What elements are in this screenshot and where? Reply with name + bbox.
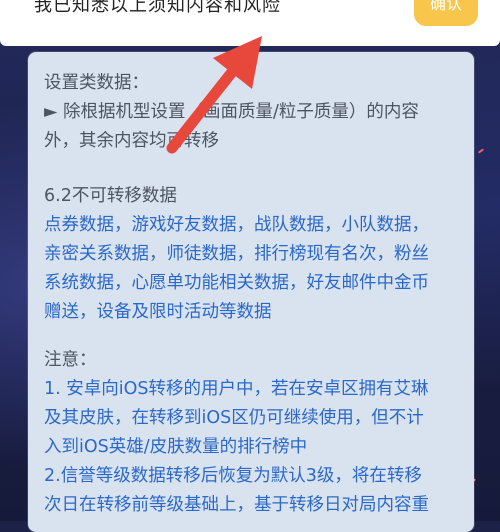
settings-line: ► 除根据机型设置（画面质量/粒子质量）的内容 bbox=[44, 102, 419, 122]
non-transferable-heading: 6.2不可转移数据 bbox=[44, 186, 177, 206]
confirm-button[interactable]: 确认 bbox=[414, 0, 478, 26]
settings-heading: 设置类数据： bbox=[44, 73, 149, 93]
notes-line: 入到iOS英雄/皮肤数量的排行榜中 bbox=[44, 437, 308, 457]
non-transferable-line: 系统数据，心愿单功能相关数据，好友邮件中金币 bbox=[44, 273, 429, 293]
confirmation-bar: 我已知悉以上须知内容和风险 确认 bbox=[0, 0, 500, 46]
notes-line: 次日在转移前等级基础上，基于转移日对局内容重 bbox=[44, 495, 429, 515]
non-transferable-line: 亲密关系数据，师徒数据，排行榜现有名次，粉丝 bbox=[44, 244, 429, 264]
settings-line: 外，其余内容均可转移 bbox=[44, 131, 219, 151]
non-transferable-line: 点券数据，游戏好友数据，战队数据，小队数据， bbox=[44, 215, 429, 235]
notes-line: 1. 安卓向iOS转移的用户中，若在安卓区拥有艾琳 bbox=[44, 379, 429, 399]
acknowledge-label[interactable]: 我已知悉以上须知内容和风险 bbox=[34, 0, 281, 17]
notes-line: 2.信誉等级数据转移后恢复为默认3级，将在转移 bbox=[44, 466, 422, 486]
notes-line: 及其皮肤，在转移到iOS区仍可继续使用，但不计 bbox=[44, 408, 424, 428]
non-transferable-line: 赠送，设备及限时活动等数据 bbox=[44, 302, 272, 322]
notes-heading: 注意： bbox=[44, 350, 97, 370]
